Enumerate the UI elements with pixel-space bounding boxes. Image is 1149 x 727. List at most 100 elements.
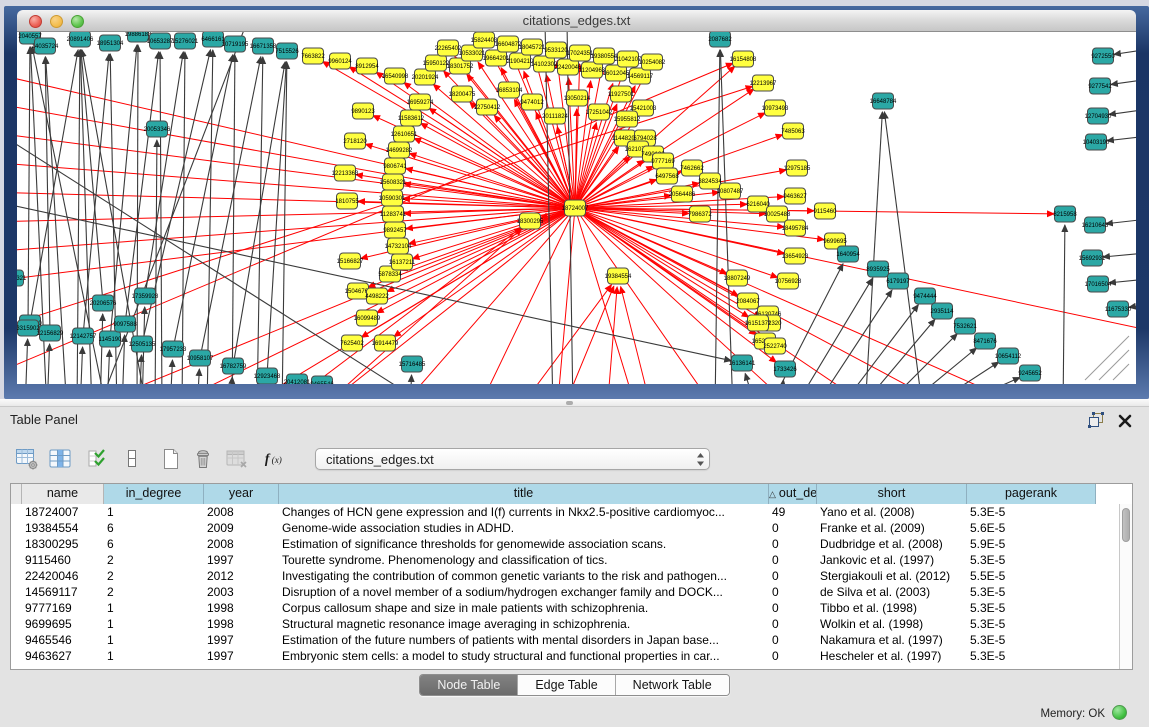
network-edge[interactable] — [884, 112, 923, 384]
table-cell-pagerank[interactable]: 5.3E-5 — [967, 616, 1096, 632]
network-node[interactable]: 18200475 — [449, 86, 476, 102]
network-edge[interactable] — [562, 286, 614, 384]
network-node[interactable]: 1810755 — [335, 193, 359, 209]
table-cell-short[interactable]: Dudbridge et al. (2008) — [817, 536, 967, 552]
table-row[interactable]: 1456911722003Disruption of a novel membe… — [11, 584, 1132, 600]
network-node[interactable]: 10958107 — [187, 350, 214, 366]
network-edge[interactable] — [922, 362, 999, 384]
table-cell-year[interactable]: 1998 — [204, 616, 279, 632]
network-edge[interactable] — [545, 32, 553, 384]
table-cell-in_degree[interactable]: 1 — [104, 600, 204, 616]
table-cell-year[interactable]: 1998 — [204, 600, 279, 616]
table-cell-short[interactable]: Stergiakouli et al. (2012) — [817, 568, 967, 584]
network-window-titlebar[interactable]: citations_edges.txt — [17, 10, 1136, 32]
network-node[interactable]: 9277542 — [1088, 78, 1112, 94]
network-edge[interactable] — [942, 377, 1020, 384]
network-node[interactable]: 11283741 — [380, 206, 407, 222]
network-node[interactable]: 18951304 — [97, 35, 124, 51]
network-node[interactable]: 16853104 — [496, 82, 523, 98]
table-cell-short[interactable]: Tibbo et al. (1998) — [817, 600, 967, 616]
vertical-scrollbar[interactable] — [1119, 504, 1132, 669]
network-node[interactable]: 10807487 — [717, 183, 744, 199]
network-node[interactable]: 12704930 — [1085, 108, 1112, 124]
tab-node-table[interactable]: Node Table — [420, 675, 518, 695]
network-node[interactable]: 2522740 — [763, 338, 787, 354]
show-columns-icon[interactable] — [47, 446, 73, 472]
network-node[interactable]: 9272550 — [1091, 48, 1115, 64]
table-cell-short[interactable]: Wolkin et al. (1998) — [817, 616, 967, 632]
network-node[interactable]: 9465546 — [310, 376, 334, 384]
network-node[interactable]: 15608321 — [380, 174, 407, 190]
network-node[interactable]: 9777169 — [651, 153, 675, 169]
table-cell-title[interactable]: Disruption of a novel member of a sodium… — [279, 584, 769, 600]
network-node[interactable]: 16154808 — [730, 51, 757, 67]
create-column-icon[interactable] — [158, 446, 184, 472]
network-node[interactable]: 16959274 — [407, 94, 434, 110]
network-edge[interactable] — [1109, 108, 1136, 115]
network-edge[interactable] — [410, 375, 412, 384]
table-cell-pagerank[interactable]: 5.3E-5 — [967, 648, 1096, 664]
table-cell-out_degree[interactable]: 0 — [769, 536, 817, 552]
network-node[interactable]: 16782759 — [220, 358, 247, 374]
network-edge[interactable] — [1114, 48, 1136, 54]
table-cell-name[interactable]: 9463627 — [22, 648, 104, 664]
delete-column-icon[interactable] — [191, 446, 217, 472]
network-node[interactable]: 16210643 — [1082, 217, 1109, 233]
table-cell-year[interactable]: 2003 — [204, 584, 279, 600]
table-cell-title[interactable]: Changes of HCN gene expression and I(f) … — [279, 504, 769, 520]
table-cell-title[interactable]: Estimation of significance thresholds fo… — [279, 536, 769, 552]
table-cell-short[interactable]: Hescheler et al. (1997) — [817, 648, 967, 664]
network-node[interactable]: 16136141 — [729, 355, 756, 371]
network-node[interactable]: 18045721 — [519, 39, 546, 55]
table-cell-in_degree[interactable]: 1 — [104, 632, 204, 648]
network-edge[interactable] — [137, 45, 138, 384]
network-node[interactable]: 11927501 — [608, 86, 635, 102]
table-cell-name[interactable]: 18300295 — [22, 536, 104, 552]
network-edge[interactable] — [182, 52, 185, 384]
minimize-window-icon[interactable] — [50, 15, 63, 28]
table-cell-pagerank[interactable]: 5.3E-5 — [967, 632, 1096, 648]
network-edge[interactable] — [387, 208, 575, 292]
network-node[interactable]: 10719195 — [222, 36, 249, 52]
network-node[interactable]: 10653287 — [147, 33, 174, 49]
network-edge[interactable] — [1109, 278, 1136, 283]
network-node[interactable]: 20891406 — [67, 32, 94, 47]
table-cell-name[interactable]: 19384554 — [22, 520, 104, 536]
network-edge[interactable] — [28, 47, 30, 328]
table-cell-name[interactable]: 18724007 — [22, 504, 104, 520]
network-node[interactable]: 9474444 — [913, 288, 937, 304]
table-cell-out_degree[interactable]: 0 — [769, 568, 817, 584]
network-edge[interactable] — [170, 360, 172, 384]
network-node[interactable]: 14699282 — [386, 142, 413, 158]
row-height-icon[interactable] — [119, 446, 145, 472]
table-cell-in_degree[interactable]: 1 — [104, 648, 204, 664]
table-cell-out_degree[interactable]: 0 — [769, 632, 817, 648]
network-node[interactable]: 15692931 — [1079, 250, 1106, 266]
network-node[interactable]: 7986372 — [688, 206, 712, 222]
network-node[interactable]: 7663822 — [301, 48, 325, 64]
table-cell-title[interactable]: Estimation of the future numbers of pati… — [279, 632, 769, 648]
network-node[interactable]: 8935925 — [866, 261, 890, 277]
table-cell-name[interactable]: 22420046 — [22, 568, 104, 584]
memory-ok-indicator[interactable] — [1112, 705, 1127, 720]
network-node[interactable]: 10654112 — [995, 348, 1022, 364]
table-cell-name[interactable]: 9115460 — [22, 552, 104, 568]
network-node[interactable]: 9474012 — [520, 94, 544, 110]
table-cell-year[interactable]: 2012 — [204, 568, 279, 584]
network-edge[interactable] — [45, 57, 50, 333]
network-edge[interactable] — [745, 374, 757, 384]
network-node[interactable]: 8471676 — [973, 333, 997, 349]
network-node[interactable]: 20053346 — [144, 121, 171, 137]
network-node[interactable]: 12923468 — [254, 368, 281, 384]
table-cell-year[interactable]: 1997 — [204, 632, 279, 648]
network-edge[interactable] — [25, 339, 28, 384]
network-edge[interactable] — [17, 192, 575, 208]
float-panel-icon[interactable] — [1087, 411, 1105, 429]
network-node[interactable]: 15276021 — [172, 33, 199, 49]
network-node[interactable]: 10403190 — [1083, 134, 1110, 150]
network-node[interactable]: 10590321 — [17, 270, 27, 286]
table-cell-title[interactable]: Genome-wide association studies in ADHD. — [279, 520, 769, 536]
network-edge[interactable] — [1103, 252, 1136, 257]
table-cell-short[interactable]: Nakamura et al. (1997) — [817, 632, 967, 648]
table-row[interactable]: 969969511998Structural magnetic resonanc… — [11, 616, 1132, 632]
